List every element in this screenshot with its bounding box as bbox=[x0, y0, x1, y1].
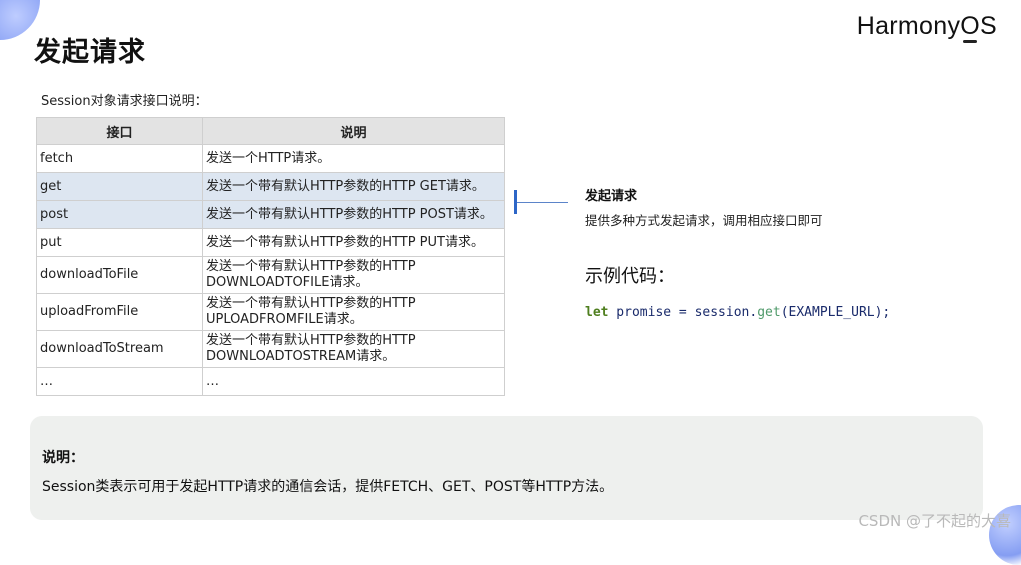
table-row: uploadFromFile 发送一个带有默认HTTP参数的HTTP UPLOAD… bbox=[36, 293, 505, 331]
table-row: downloadToFile 发送一个带有默认HTTP参数的HTTP DOWNLO… bbox=[36, 256, 505, 294]
description-line: DOWNLOADTOSTREAM请求。 bbox=[206, 349, 396, 364]
table-row-highlighted: post 发送一个带有默认HTTP参数的HTTP POST请求。 bbox=[36, 200, 505, 229]
description-line: 发送一个带有默认HTTP参数的HTTP bbox=[206, 296, 416, 311]
watermark: CSDN @了不起的大喜 bbox=[858, 512, 1011, 530]
example-code-title: 示例代码： bbox=[585, 266, 675, 287]
api-description: 发送一个HTTP请求。 bbox=[202, 144, 505, 173]
table-row: fetch 发送一个HTTP请求。 bbox=[36, 144, 505, 173]
api-name: put bbox=[36, 228, 203, 257]
header-description: 说明 bbox=[202, 117, 505, 145]
code-args: (EXAMPLE_URL); bbox=[780, 305, 891, 320]
page-title: 发起请求 bbox=[34, 37, 146, 68]
brand-text-harmony: Harmony bbox=[856, 12, 961, 40]
api-description: 发送一个带有默认HTTP参数的HTTP DOWNLOADTOFILE请求。 bbox=[202, 256, 505, 294]
description-line: 发送一个带有默认HTTP参数的HTTP bbox=[206, 333, 416, 348]
api-name: downloadToFile bbox=[36, 256, 203, 294]
table-header-row: 接口 说明 bbox=[36, 117, 505, 145]
api-name: fetch bbox=[36, 144, 203, 173]
api-name: downloadToStream bbox=[36, 330, 203, 368]
brand-letter-s: S bbox=[980, 12, 997, 40]
api-description: 发送一个带有默认HTTP参数的HTTP UPLOADFROMFILE请求。 bbox=[202, 293, 505, 331]
api-description: 发送一个带有默认HTTP参数的HTTP DOWNLOADTOSTREAM请求。 bbox=[202, 330, 505, 368]
note-title: 说明： bbox=[42, 450, 84, 466]
api-name: … bbox=[36, 367, 203, 396]
api-description: 发送一个带有默认HTTP参数的HTTP GET请求。 bbox=[202, 172, 505, 201]
code-keyword: let bbox=[585, 305, 609, 320]
callout-title: 发起请求 bbox=[585, 189, 638, 204]
api-description: … bbox=[202, 367, 505, 396]
header-api: 接口 bbox=[36, 117, 203, 145]
api-name: post bbox=[36, 200, 203, 229]
description-line: UPLOADFROMFILE请求。 bbox=[206, 312, 363, 327]
harmonyos-logo: HarmonyOS bbox=[856, 12, 997, 43]
callout-connector-line bbox=[516, 202, 568, 203]
description-line: DOWNLOADTOFILE请求。 bbox=[206, 275, 369, 290]
callout-description: 提供多种方式发起请求，调用相应接口即可 bbox=[585, 213, 823, 228]
api-description: 发送一个带有默认HTTP参数的HTTP PUT请求。 bbox=[202, 228, 505, 257]
api-name: get bbox=[36, 172, 203, 201]
table-row-highlighted: get 发送一个带有默认HTTP参数的HTTP GET请求。 bbox=[36, 172, 505, 201]
note-text: Session类表示可用于发起HTTP请求的通信会话，提供FETCH、GET、P… bbox=[42, 479, 614, 495]
description-line: 发送一个带有默认HTTP参数的HTTP bbox=[206, 259, 416, 274]
api-description: 发送一个带有默认HTTP参数的HTTP POST请求。 bbox=[202, 200, 505, 229]
table-row: … … bbox=[36, 367, 505, 396]
table-row: put 发送一个带有默认HTTP参数的HTTP PUT请求。 bbox=[36, 228, 505, 257]
callout-bracket bbox=[514, 190, 517, 214]
note-box: 说明： Session类表示可用于发起HTTP请求的通信会话，提供FETCH、G… bbox=[30, 416, 983, 520]
code-snippet: let promise = session.get(EXAMPLE_URL); bbox=[585, 305, 890, 320]
code-text: promise = session. bbox=[608, 305, 758, 320]
table-row: downloadToStream 发送一个带有默认HTTP参数的HTTP DOWN… bbox=[36, 330, 505, 368]
api-name: uploadFromFile bbox=[36, 293, 203, 331]
code-method: get bbox=[757, 305, 781, 320]
table-caption: Session对象请求接口说明： bbox=[41, 94, 208, 109]
brand-letter-o: O bbox=[960, 12, 981, 43]
api-table: 接口 说明 fetch 发送一个HTTP请求。 get 发送一个带有默认HTTP… bbox=[36, 117, 505, 396]
